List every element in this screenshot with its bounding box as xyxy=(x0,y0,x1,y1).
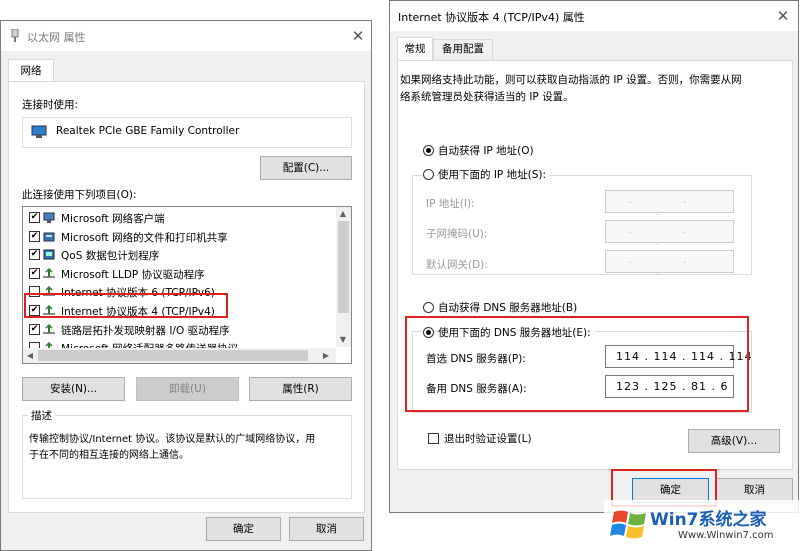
configure-button[interactable]: 配置(C)... xyxy=(260,156,352,180)
description-label: 描述 xyxy=(28,408,55,423)
network-card-icon xyxy=(31,125,47,142)
network-adapter-icon xyxy=(11,28,19,42)
tab-general-label: 常规 xyxy=(404,43,426,55)
title-bar[interactable]: Internet 协议版本 4 (TCP/IPv4) 属性 ✕ xyxy=(390,1,798,31)
tab-label: 网络 xyxy=(20,65,42,77)
description-group: 描述 传输控制协议/Internet 协议。该协议是默认的广域网络协议，用 于在… xyxy=(22,408,352,499)
auto-ip-radio[interactable] xyxy=(423,145,434,156)
horizontal-scrollbar[interactable]: ◀ ▶ xyxy=(23,348,336,363)
protocol-icon xyxy=(43,267,55,280)
item-checkbox[interactable]: ✔ xyxy=(29,267,40,279)
file-sharing-icon xyxy=(43,231,55,243)
properties-button[interactable]: 属性(R) xyxy=(249,377,352,401)
ipv4-properties-window: Internet 协议版本 4 (TCP/IPv4) 属性 ✕ 常规 备用配置 … xyxy=(389,0,799,513)
item-checkbox[interactable]: ✔ xyxy=(29,323,40,335)
scroll-thumb[interactable] xyxy=(338,221,349,313)
close-icon[interactable]: ✕ xyxy=(771,5,795,27)
subnet-mask-label: 子网掩码(U): xyxy=(426,228,488,240)
items-list[interactable]: ✔ Microsoft 网络客户端 ✔ Microsoft 网络的文件和打印机共享 ✔ Q… xyxy=(22,206,352,364)
ok-button-label: 确定 xyxy=(233,523,254,535)
auto-dns-radio[interactable] xyxy=(423,302,434,313)
cancel-button-label: 取消 xyxy=(744,484,765,496)
watermark-url: Www.Winwin7.com xyxy=(678,530,774,541)
scroll-h-thumb[interactable] xyxy=(38,350,308,361)
adapter-name: Realtek PCIe GBE Family Controller xyxy=(56,125,240,137)
scroll-down-icon[interactable]: ▼ xyxy=(336,335,350,344)
network-client-icon xyxy=(43,212,55,224)
ip-address-dots: . . . xyxy=(628,194,711,218)
item-checkbox[interactable]: ✔ xyxy=(29,249,40,261)
ok-button[interactable]: 确定 xyxy=(206,517,281,541)
auto-dns-label[interactable]: 自动获得 DNS 服务器地址(B) xyxy=(438,300,577,315)
ip-address-label: IP 地址(I): xyxy=(426,198,475,210)
ip-address-field[interactable]: . . . xyxy=(605,190,734,218)
description-text-line1: 传输控制协议/Internet 协议。该协议是默认的广域网络协议，用 xyxy=(29,434,316,445)
validate-label[interactable]: 退出时验证设置(L) xyxy=(444,431,532,446)
uninstall-button-label: 卸载(U) xyxy=(169,383,206,395)
item-label: QoS 数据包计划程序 xyxy=(61,250,160,263)
advanced-button-label: 高级(V)... xyxy=(710,435,758,447)
advanced-button[interactable]: 高级(V)... xyxy=(688,429,780,453)
subnet-mask-dots: . . . xyxy=(628,224,711,248)
cancel-button[interactable]: 取消 xyxy=(289,517,364,541)
install-button-label: 安装(N)... xyxy=(49,383,98,395)
windows-logo-icon xyxy=(610,504,650,547)
scroll-right-icon[interactable]: ▶ xyxy=(319,351,333,360)
close-icon[interactable]: ✕ xyxy=(346,25,370,47)
uninstall-button[interactable]: 卸载(U) xyxy=(136,377,239,401)
window-title: Internet 协议版本 4 (TCP/IPv4) 属性 xyxy=(398,11,585,24)
scroll-left-icon[interactable]: ◀ xyxy=(23,351,37,360)
item-checkbox[interactable]: ✔ xyxy=(29,212,40,223)
item-label: 链路层拓扑发现映射器 I/O 驱动程序 xyxy=(61,324,230,337)
watermark: Win7系统之家 Www.Winwin7.com xyxy=(604,500,800,551)
default-gateway-label: 默认网关(D): xyxy=(426,259,488,271)
scroll-up-icon[interactable]: ▲ xyxy=(336,209,350,218)
configure-button-label: 配置(C)... xyxy=(282,162,330,174)
item-label: Microsoft 网络客户端 xyxy=(61,213,165,225)
validate-checkbox[interactable] xyxy=(428,433,439,444)
window-title: 以太网 属性 xyxy=(27,31,86,44)
intro-text-line1: 如果网络支持此功能，则可以获取自动指派的 IP 设置。否则，你需要从网 xyxy=(400,74,742,86)
default-gateway-dots: . . . xyxy=(628,254,711,278)
auto-ip-label[interactable]: 自动获得 IP 地址(O) xyxy=(438,143,534,158)
vertical-scrollbar[interactable]: ▲ ▼ xyxy=(336,207,351,347)
description-text-line2: 于在不同的相互连接的网络上通信。 xyxy=(29,450,189,461)
protocol-icon xyxy=(43,323,55,336)
default-gateway-field[interactable]: . . . xyxy=(605,250,734,278)
manual-ip-radio[interactable] xyxy=(423,169,434,180)
title-bar[interactable]: 以太网 属性 ✕ xyxy=(1,21,371,51)
tab-network[interactable]: 网络 xyxy=(8,59,54,82)
install-button[interactable]: 安装(N)... xyxy=(22,377,125,401)
item-checkbox[interactable]: ✔ xyxy=(29,230,40,242)
ethernet-properties-window: 以太网 属性 ✕ 网络 连接时使用: Realtek PCIe GBE Fami… xyxy=(0,20,372,551)
items-label: 此连接使用下列项目(O): xyxy=(22,189,137,201)
tab-alternate[interactable]: 备用配置 xyxy=(433,39,493,60)
subnet-mask-field[interactable]: . . . xyxy=(605,220,734,248)
tab-general[interactable]: 常规 xyxy=(397,37,433,61)
qos-icon xyxy=(43,249,55,261)
cancel-button-label: 取消 xyxy=(316,523,337,535)
tab-alternate-label: 备用配置 xyxy=(442,43,484,55)
adapter-display: Realtek PCIe GBE Family Controller xyxy=(22,117,352,148)
highlight-dns-section xyxy=(405,316,749,412)
intro-text-line2: 络系统管理员处获得适当的 IP 设置。 xyxy=(400,91,574,103)
highlight-ipv4-item xyxy=(24,293,228,318)
item-label: Microsoft 网络的文件和打印机共享 xyxy=(61,231,228,244)
connect-using-label: 连接时使用: xyxy=(22,99,79,111)
properties-button-label: 属性(R) xyxy=(282,383,319,395)
item-label: Microsoft LLDP 协议驱动程序 xyxy=(61,268,205,281)
manual-ip-label[interactable]: 使用下面的 IP 地址(S): xyxy=(438,167,550,182)
watermark-brand: Win7系统之家 xyxy=(650,510,767,530)
